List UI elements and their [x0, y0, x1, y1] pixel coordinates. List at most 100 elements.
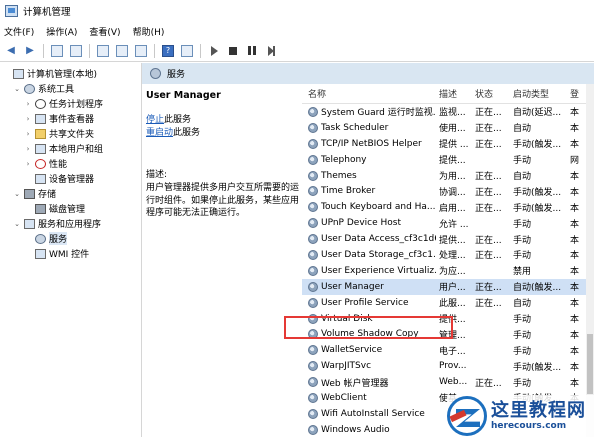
tree-item[interactable]: › 事件查看器 [0, 111, 141, 126]
export-list-button[interactable] [133, 43, 149, 59]
expand-arrow-icon[interactable]: ⌄ [13, 190, 21, 198]
services-icon [35, 233, 46, 244]
tree-item[interactable]: 计算机管理(本地) [0, 66, 141, 81]
expand-arrow-icon[interactable]: ⌄ [13, 220, 21, 228]
service-row[interactable]: User Profile Service 此服... 正在... 自动 本 [302, 295, 594, 311]
service-row[interactable]: System Guard 运行时监视... 监视... 正在... 自动(延迟... 本 [302, 104, 594, 120]
restart-service-link[interactable]: 重启动 [146, 128, 173, 138]
service-row[interactable]: Virtual Disk 提供... 手动 本 [302, 311, 594, 327]
service-description: 提供... [439, 235, 466, 246]
service-name: Telephony [321, 154, 367, 165]
tree-item[interactable]: ⌄ 系统工具 [0, 81, 141, 96]
service-name: User Profile Service [321, 297, 409, 308]
watermark-url: herecours.com [491, 421, 567, 431]
expand-arrow-icon[interactable]: ⌄ [13, 85, 21, 93]
start-service-button[interactable] [206, 43, 222, 59]
restart-service-suffix: 此服务 [173, 128, 201, 138]
service-row[interactable]: Web 帐户管理器 Web... 正在... 手动 本 [302, 374, 594, 390]
expand-arrow-icon[interactable]: › [24, 100, 32, 108]
service-status: 正在... [475, 251, 502, 262]
service-row[interactable]: User Data Storage_cf3c1... 处理... 正在... 手动 本 [302, 247, 594, 263]
service-name: User Data Storage_cf3c1... [321, 249, 436, 260]
column-header-status[interactable]: 状态 [472, 87, 510, 100]
performance-icon [35, 158, 46, 169]
service-log-on-as: 网 [570, 156, 580, 167]
column-header-description[interactable]: 描述 [436, 87, 472, 100]
service-status: 正在... [475, 378, 502, 389]
expand-arrow-icon[interactable]: › [24, 115, 32, 123]
tree-item[interactable]: 磁盘管理 [0, 201, 141, 216]
toolbar-separator [154, 43, 155, 58]
refresh-button[interactable] [114, 43, 130, 59]
column-header-startup-type[interactable]: 启动类型 [510, 87, 568, 100]
action-pane-button[interactable] [179, 43, 195, 59]
tree-item[interactable]: › 本地用户和组 [0, 141, 141, 156]
service-row[interactable]: Touch Keyboard and Ha... 启用... 正在... 手动(触发.… [302, 199, 594, 215]
stop-service-link[interactable]: 停止 [146, 115, 164, 125]
service-row[interactable]: WalletService 电子... 手动 本 [302, 342, 594, 358]
up-folder-button[interactable] [49, 43, 65, 59]
stop-service-button[interactable] [225, 43, 241, 59]
expand-arrow-icon[interactable]: › [24, 160, 32, 168]
service-row[interactable]: Task Scheduler 使用... 正在... 自动 本 [302, 120, 594, 136]
service-status: 正在... [475, 187, 502, 198]
column-header-log-on-as[interactable]: 登 [568, 87, 588, 100]
description-label: 描述: [146, 170, 168, 180]
service-name-cell: User Experience Virtualiz... [302, 265, 436, 276]
service-description: 提供... [439, 156, 466, 167]
service-gear-icon [308, 424, 318, 435]
tree-item[interactable]: › 任务计划程序 [0, 96, 141, 111]
menu-action[interactable]: 操作(A) [46, 25, 77, 38]
menu-view[interactable]: 查看(V) [89, 25, 120, 38]
tree-item[interactable]: ⌄ 存储 [0, 186, 141, 201]
service-description: 监视... [439, 108, 466, 119]
service-row[interactable]: Telephony 提供... 手动 网 [302, 152, 594, 168]
service-row[interactable]: Time Broker 协调... 正在... 手动(触发... 本 [302, 183, 594, 199]
tree-item[interactable]: 服务 [0, 231, 141, 246]
service-row[interactable]: User Manager 用户... 正在... 自动(触发... 本 [302, 278, 594, 295]
service-log-on-as: 本 [570, 203, 580, 214]
service-gear-icon [308, 154, 318, 165]
service-startup-type: 手动(触发... [513, 362, 562, 373]
help-button[interactable]: ? [160, 43, 176, 59]
back-icon[interactable]: ◀ [3, 43, 19, 59]
service-description: Prov... [439, 361, 467, 372]
vertical-scrollbar[interactable] [586, 84, 594, 437]
show-hide-tree-button[interactable] [68, 43, 84, 59]
properties-button[interactable] [95, 43, 111, 59]
service-action-links: 停止此服务 重启动此服务 [146, 114, 301, 140]
tree-item-label: 事件查看器 [49, 115, 95, 125]
service-name-cell: Themes [302, 170, 436, 181]
export-icon [135, 44, 147, 57]
service-description: 启用... [439, 203, 466, 214]
service-gear-icon [308, 234, 318, 245]
menu-help[interactable]: 帮助(H) [133, 25, 165, 38]
expand-arrow-icon[interactable]: › [24, 130, 32, 138]
service-row[interactable]: WarpJITSvc Prov... 手动(触发... 本 [302, 358, 594, 374]
restart-service-button[interactable] [263, 43, 279, 59]
service-row[interactable]: TCP/IP NetBIOS Helper 提供 ... 正在... 手动(触发...… [302, 136, 594, 152]
forward-icon[interactable]: ▶ [22, 43, 38, 59]
scrollbar-thumb[interactable] [587, 334, 593, 394]
service-row[interactable]: User Experience Virtualiz... 为应... 禁用 本 [302, 263, 594, 279]
tree-item[interactable]: WMI 控件 [0, 246, 141, 261]
service-row[interactable]: User Data Access_cf3c1d6 提供... 正在... 手动 本 [302, 231, 594, 247]
service-row[interactable]: UPnP Device Host 允许 ... 手动 本 [302, 215, 594, 231]
service-gear-icon [308, 218, 318, 229]
service-status: 正在... [475, 108, 502, 119]
tree-item-label: 磁盘管理 [49, 205, 86, 215]
menu-file[interactable]: 文件(F) [4, 25, 34, 38]
service-name-cell: Time Broker [302, 186, 436, 197]
service-row[interactable]: Themes 为用... 正在... 自动 本 [302, 168, 594, 184]
expand-arrow-icon[interactable]: › [24, 145, 32, 153]
service-name-cell: Telephony [302, 154, 436, 165]
column-header-name[interactable]: 名称 [302, 87, 436, 100]
service-startup-type: 自动 [513, 124, 532, 135]
service-row[interactable]: Volume Shadow Copy 管理... 手动 本 [302, 326, 594, 342]
description-pane: User Manager 停止此服务 重启动此服务 描述: 用户管理器提供多用户… [146, 87, 301, 220]
tree-item[interactable]: 设备管理器 [0, 171, 141, 186]
pause-service-button[interactable] [244, 43, 260, 59]
tree-item[interactable]: › 共享文件夹 [0, 126, 141, 141]
tree-item[interactable]: ⌄ 服务和应用程序 [0, 216, 141, 231]
tree-item[interactable]: › 性能 [0, 156, 141, 171]
